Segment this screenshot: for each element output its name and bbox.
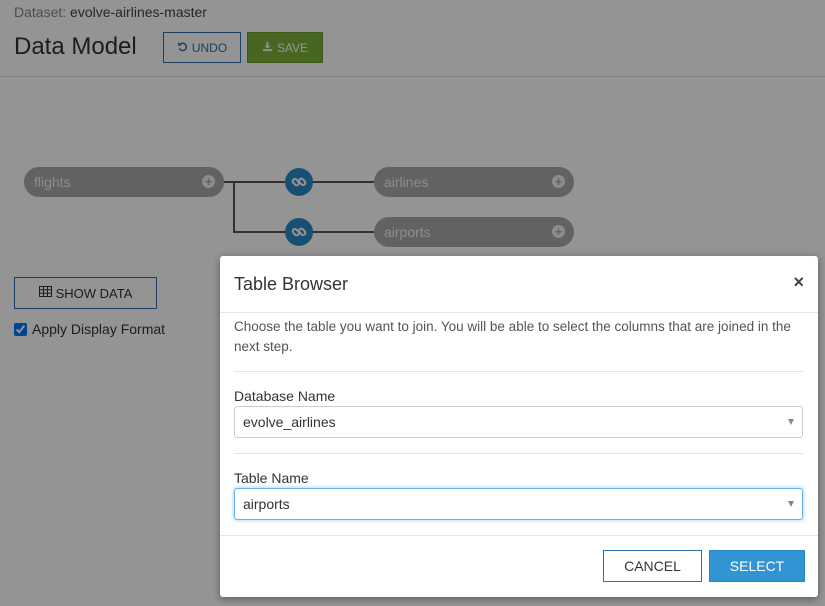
database-name-label: Database Name (234, 388, 336, 404)
cancel-button[interactable]: CANCEL (603, 550, 702, 582)
modal-header-divider (220, 312, 818, 313)
table-browser-modal: Table Browser × Choose the table you wan… (220, 256, 818, 597)
modal-footer-divider (220, 535, 818, 536)
caret-down-icon (788, 501, 794, 507)
modal-description: Choose the table you want to join. You w… (234, 319, 791, 354)
modal-section-divider (234, 371, 804, 372)
close-icon[interactable]: × (793, 272, 804, 293)
table-name-label: Table Name (234, 470, 309, 486)
database-name-select[interactable]: evolve_airlines (234, 406, 803, 438)
table-name-value: airports (243, 496, 290, 512)
select-button[interactable]: SELECT (709, 550, 805, 582)
caret-down-icon (788, 419, 794, 425)
database-name-value: evolve_airlines (243, 414, 336, 430)
modal-section-divider (234, 453, 804, 454)
modal-title: Table Browser (234, 274, 349, 294)
table-name-select[interactable]: airports (234, 488, 803, 520)
